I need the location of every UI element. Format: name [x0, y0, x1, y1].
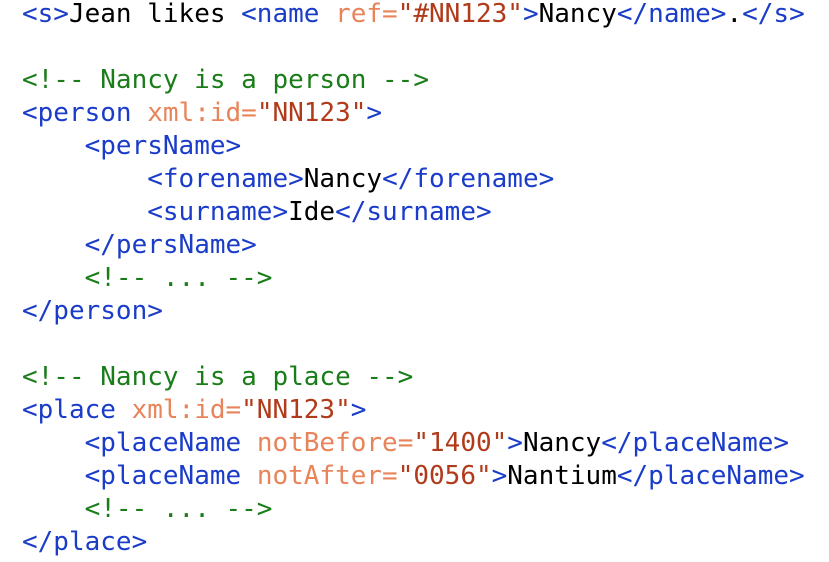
xml-attribute: ref= — [335, 0, 398, 29]
code-line: <!-- Nancy is a person --> — [22, 64, 429, 97]
xml-tag: </place> — [22, 527, 148, 557]
xml-attribute: xml:id= — [147, 98, 257, 128]
attribute-value: "NN123" — [241, 395, 351, 425]
xml-tag: <person — [22, 98, 148, 128]
xml-tag: </name> — [616, 0, 727, 29]
text-content: Ide — [288, 197, 336, 227]
code-line: <persName> — [22, 130, 242, 163]
text-content: Jean likes — [68, 0, 242, 29]
xml-tag: > — [491, 461, 508, 491]
xml-tag: </s> — [742, 0, 805, 29]
xml-tag: <persName> — [84, 131, 242, 161]
code-line: <!-- ... --> — [22, 493, 273, 526]
attribute-value: "1400" — [413, 428, 508, 458]
text-content: Nancy — [303, 164, 383, 194]
xml-tag: </surname> — [335, 197, 492, 227]
code-line: </persName> — [22, 229, 257, 262]
xml-attribute: notAfter= — [256, 461, 398, 491]
xml-tag: <placeName — [84, 428, 257, 458]
code-line: <!-- Nancy is a place --> — [22, 361, 413, 394]
attribute-value: "0056" — [397, 461, 492, 491]
code-line: <placeName notBefore="1400">Nancy</place… — [22, 427, 789, 460]
xml-tag: </placeName> — [601, 428, 790, 458]
code-line: <placeName notAfter="0056">Nantium</plac… — [22, 460, 805, 493]
xml-tag: <place — [22, 395, 132, 425]
xml-tag: <placeName — [84, 461, 257, 491]
text-content: Nantium — [507, 461, 617, 491]
xml-tag: </placeName> — [616, 461, 805, 491]
xml-tag: > — [522, 0, 539, 29]
code-line: <!-- ... --> — [22, 262, 273, 295]
attribute-value: "#NN123" — [397, 0, 523, 29]
xml-attribute: xml:id= — [131, 395, 242, 425]
xml-comment: <!-- Nancy is a place --> — [22, 362, 414, 392]
code-line: <forename>Nancy</forename> — [22, 163, 554, 196]
code-line: <s>Jean likes <name ref="#NN123">Nancy</… — [22, 0, 805, 31]
xml-tag: </forename> — [382, 164, 555, 194]
xml-tag: <name — [241, 0, 336, 29]
text-content: Nancy — [538, 0, 617, 29]
xml-tag: </person> — [22, 296, 163, 326]
attribute-value: "NN123" — [256, 98, 367, 128]
xml-attribute: notBefore= — [256, 428, 414, 458]
code-viewer: <s>Jean likes <name ref="#NN123">Nancy</… — [0, 0, 829, 562]
text-content: . — [726, 0, 743, 29]
xml-tag: > — [507, 428, 523, 458]
code-line: </place> — [22, 526, 147, 559]
xml-tag: > — [366, 98, 383, 128]
xml-comment: <!-- Nancy is a person --> — [22, 65, 429, 95]
code-line: <place xml:id="NN123"> — [22, 394, 366, 427]
xml-comment: <!-- ... --> — [84, 263, 273, 293]
xml-tag: > — [350, 395, 367, 425]
xml-tag: <s> — [22, 0, 69, 29]
code-line: </person> — [22, 295, 163, 328]
xml-comment: <!-- ... --> — [84, 494, 273, 524]
xml-tag: </persName> — [84, 230, 257, 260]
code-line: <person xml:id="NN123"> — [22, 97, 382, 130]
xml-tag: <forename> — [147, 164, 304, 194]
code-line: <surname>Ide</surname> — [22, 196, 492, 229]
text-content: Nancy — [522, 428, 602, 458]
xml-tag: <surname> — [147, 197, 289, 227]
